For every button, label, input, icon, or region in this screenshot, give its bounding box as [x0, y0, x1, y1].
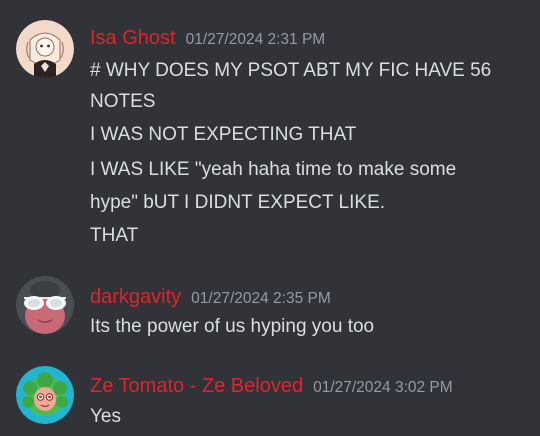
- green-hair-avatar-icon[interactable]: [16, 366, 74, 424]
- message-text: I WAS LIKE "yeah haha time to make some: [90, 159, 457, 180]
- message-text: Yes: [90, 406, 121, 427]
- message-text: NOTES: [90, 91, 156, 112]
- timestamp: 01/27/2024 3:02 PM: [313, 379, 453, 396]
- message-text: THAT: [90, 225, 139, 246]
- username[interactable]: Ze Tomato - Ze Beloved: [90, 375, 303, 397]
- message-text: # WHY DOES MY PSOT ABT MY FIC HAVE 56: [90, 60, 492, 81]
- chat-message-list: Isa Ghost 01/27/2024 2:31 PM # WHY DOES …: [0, 0, 540, 436]
- message-text: hype" bUT I DIDNT EXPECT LIKE.: [90, 192, 386, 213]
- sunglasses-avatar-icon[interactable]: [16, 276, 74, 334]
- timestamp: 01/27/2024 2:31 PM: [185, 31, 326, 48]
- message-text: I WAS NOT EXPECTING THAT: [90, 124, 357, 145]
- username[interactable]: darkgavity: [90, 286, 181, 308]
- username[interactable]: Isa Ghost: [90, 27, 176, 49]
- timestamp: 01/27/2024 2:35 PM: [191, 290, 331, 307]
- anime-girl-avatar-icon[interactable]: [16, 20, 74, 78]
- message-text: Its the power of us hyping you too: [90, 316, 375, 337]
